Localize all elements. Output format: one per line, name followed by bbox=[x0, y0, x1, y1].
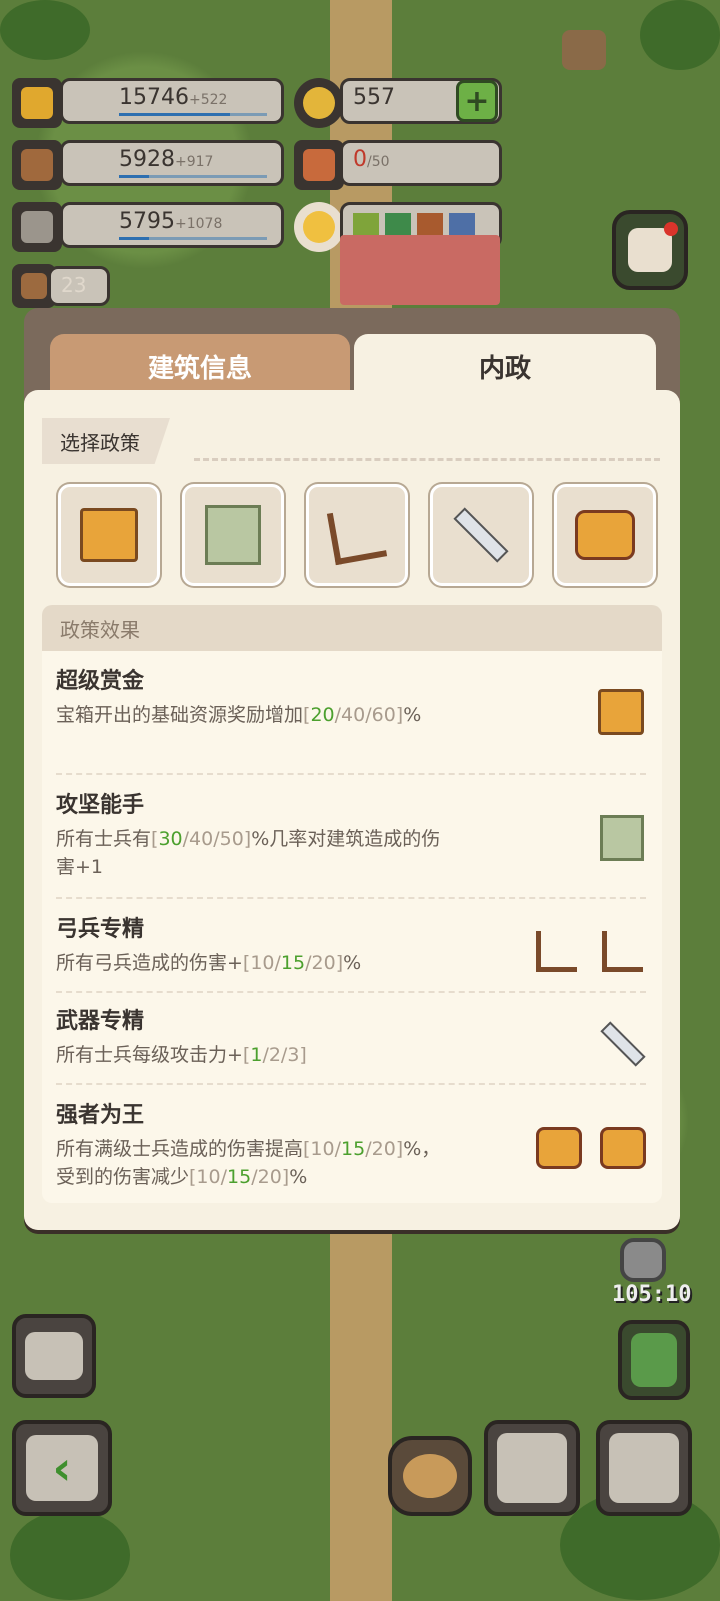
coin-icon bbox=[294, 78, 344, 128]
wall-icon bbox=[205, 505, 261, 565]
hammer-icon bbox=[620, 1238, 666, 1282]
book-count: 23 bbox=[48, 266, 110, 306]
gift-icon[interactable] bbox=[294, 140, 344, 190]
grid-icon bbox=[628, 228, 672, 272]
crown-helmet-icon bbox=[575, 510, 635, 560]
divider bbox=[56, 897, 646, 899]
wood-icon bbox=[12, 140, 62, 190]
tab-building-info[interactable]: 建筑信息 bbox=[50, 334, 350, 398]
bush bbox=[0, 0, 90, 60]
tab-internal-affairs[interactable]: 内政 bbox=[354, 334, 656, 398]
effect-title: 攻坚能手 bbox=[56, 793, 145, 818]
add-coin-button[interactable]: + bbox=[456, 80, 498, 122]
effect-title: 强者为王 bbox=[56, 1103, 145, 1128]
crown-helmet-icon bbox=[536, 1127, 582, 1169]
wall-icon bbox=[600, 815, 644, 861]
stone-icon bbox=[12, 202, 62, 252]
effect-desc: 所有满级士兵造成的伤害提高[10/15/20]%，受到的伤害减少[10/15/2… bbox=[56, 1138, 441, 1188]
red-banner-flag bbox=[340, 235, 500, 305]
stone-resource-bar: 5795+1078 bbox=[60, 202, 284, 248]
weather-icon bbox=[294, 202, 344, 252]
effect-desc: 宝箱开出的基础资源奖励增加[20/40/60]% bbox=[56, 704, 422, 726]
tree-stump bbox=[562, 30, 606, 70]
cancel-build-button[interactable] bbox=[388, 1436, 472, 1516]
effect-title: 武器专精 bbox=[56, 1009, 145, 1034]
bush bbox=[640, 0, 720, 70]
food-resource-bar: 15746+522 bbox=[60, 78, 284, 124]
helmet-icon bbox=[609, 1433, 679, 1503]
policy-panel: 建筑信息 内政 选择政策 政策效果 超级赏金 宝箱开出的基础资源奖励增加[20/… bbox=[24, 308, 680, 1230]
policy-champion-button[interactable] bbox=[554, 484, 656, 586]
bow-upgraded-icon bbox=[602, 931, 643, 972]
build-button[interactable] bbox=[484, 1420, 580, 1516]
food-icon bbox=[12, 78, 62, 128]
bush bbox=[10, 1510, 130, 1600]
crown-helmet-upgraded-icon bbox=[600, 1127, 646, 1169]
policy-chest-button[interactable] bbox=[58, 484, 160, 586]
back-button[interactable]: ‹ bbox=[12, 1420, 112, 1516]
panel-body: 选择政策 政策效果 超级赏金 宝箱开出的基础资源奖励增加[20/40/60]% bbox=[24, 390, 680, 1230]
policy-weapon-button[interactable] bbox=[430, 484, 532, 586]
effect-desc: 所有士兵每级攻击力+[1/2/3] bbox=[56, 1044, 307, 1066]
policy-siege-button[interactable] bbox=[182, 484, 284, 586]
effects-header: 政策效果 bbox=[42, 605, 662, 651]
effect-item-weapon-mastery: 武器专精 所有士兵每级攻击力+[1/2/3] bbox=[56, 1003, 646, 1069]
select-policy-label: 选择政策 bbox=[42, 418, 170, 464]
dragon-icon bbox=[631, 1333, 677, 1387]
no-build-icon bbox=[403, 1454, 457, 1498]
effect-title: 超级赏金 bbox=[56, 669, 145, 694]
dragon-statue-button[interactable] bbox=[618, 1320, 690, 1400]
countdown-timer: 105:10 bbox=[612, 1282, 692, 1307]
divider bbox=[56, 1083, 646, 1085]
hammer-icon bbox=[497, 1433, 567, 1503]
chest-icon bbox=[598, 689, 644, 735]
policy-effects-list: 政策效果 超级赏金 宝箱开出的基础资源奖励增加[20/40/60]% 攻坚能手 … bbox=[42, 605, 662, 1203]
divider bbox=[194, 458, 660, 461]
divider bbox=[56, 773, 646, 775]
effect-item-super-bounty: 超级赏金 宝箱开出的基础资源奖励增加[20/40/60]% bbox=[56, 663, 646, 729]
menu-grid-button[interactable] bbox=[612, 210, 688, 290]
effect-desc: 所有士兵有[30/40/50]%几率对建筑造成的伤害+1 bbox=[56, 828, 441, 878]
policy-archer-button[interactable] bbox=[306, 484, 408, 586]
chest-icon bbox=[80, 508, 138, 562]
bow-icon bbox=[326, 504, 388, 566]
chevron-left-icon: ‹ bbox=[26, 1435, 98, 1501]
helmet-button[interactable] bbox=[596, 1420, 692, 1516]
notification-dot bbox=[664, 222, 678, 236]
effect-item-siege-expert: 攻坚能手 所有士兵有[30/40/50]%几率对建筑造成的伤害+1 bbox=[56, 787, 646, 881]
chat-button[interactable] bbox=[12, 1314, 96, 1398]
wood-resource-bar: 5928+917 bbox=[60, 140, 284, 186]
sword-icon bbox=[453, 507, 509, 563]
bow-icon bbox=[536, 931, 577, 972]
chat-bubble-icon bbox=[25, 1332, 83, 1380]
gift-resource-bar: 0/50 bbox=[340, 140, 502, 186]
divider bbox=[56, 991, 646, 993]
